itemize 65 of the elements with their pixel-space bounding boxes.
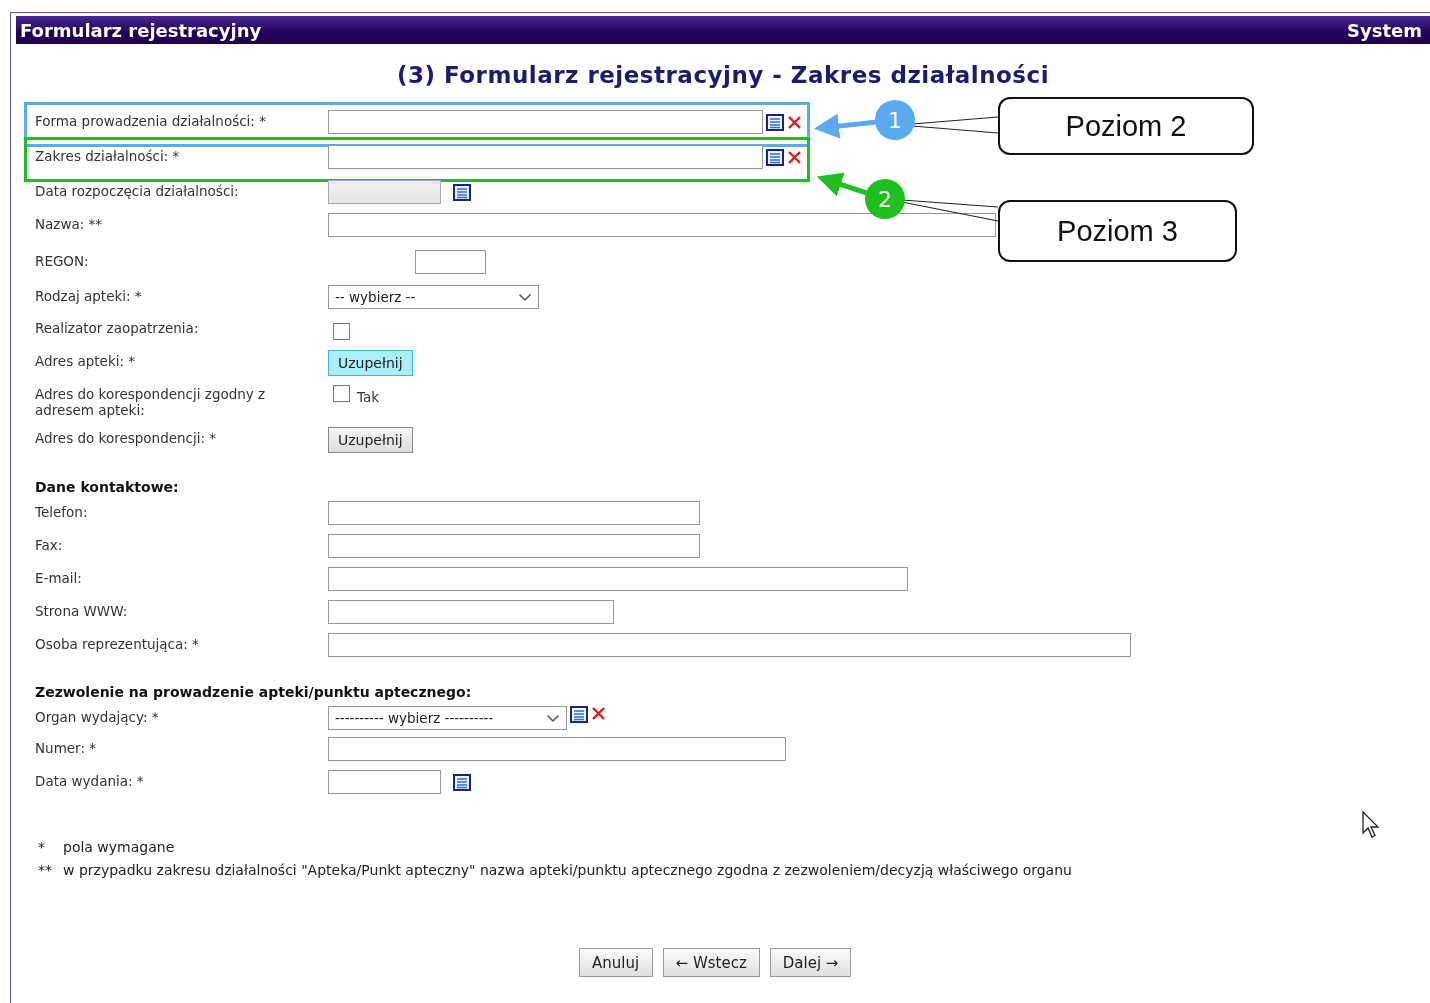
section-title: Zezwolenie na prowadzenie apteki/punktu aptecznego: — [35, 684, 473, 700]
clear-icon[interactable] — [787, 114, 802, 130]
input-field[interactable] — [328, 145, 763, 169]
field-label: Numer: * — [35, 739, 97, 756]
field-label: Nazwa: ** — [35, 215, 104, 232]
number-badge: 1 — [875, 100, 915, 140]
callout-label: Poziom 2 — [998, 97, 1254, 155]
input-field[interactable] — [328, 501, 700, 525]
form-heading: (3) Formularz rejestracyjny - Zakres działalności — [395, 62, 1051, 88]
chevron-down-icon — [518, 292, 532, 302]
input-field[interactable] — [415, 250, 486, 274]
nav-button[interactable]: Anuluj — [578, 948, 653, 977]
list-icon[interactable] — [766, 148, 784, 166]
fill-in-button[interactable]: Uzupełnij — [328, 350, 413, 376]
window-title: Formularz rejestracyjny — [20, 19, 262, 41]
field-label: Strona WWW: — [35, 602, 129, 619]
list-icon[interactable] — [570, 706, 588, 723]
input-field[interactable] — [328, 633, 1131, 657]
section-title: Dane kontaktowe: — [35, 479, 180, 495]
cursor-icon — [1362, 811, 1382, 839]
field-label: Zakres działalności: * — [35, 147, 181, 164]
arrow — [814, 113, 878, 139]
field-label: Adres apteki: * — [35, 352, 137, 369]
nav-button[interactable]: Dalej → — [769, 948, 852, 977]
field-label: Data rozpoczęcia działalności: — [35, 182, 240, 199]
arrow — [816, 172, 869, 197]
system-label: System — [1347, 19, 1422, 41]
dropdown[interactable]: -- wybierz -- — [328, 285, 539, 309]
field-label: E-mail: — [35, 569, 83, 586]
list-icon[interactable] — [453, 773, 471, 791]
footnote-text: pola wymagane — [63, 839, 175, 855]
field-label: REGON: — [35, 252, 90, 269]
nav-button[interactable]: ← Wstecz — [662, 948, 760, 977]
field-label: Rodzaj apteki: * — [35, 287, 143, 304]
checkbox[interactable] — [333, 385, 350, 402]
date-field[interactable] — [328, 770, 441, 794]
checkbox-label: Tak — [357, 389, 380, 405]
footnote-mark: * — [38, 839, 46, 855]
checkbox[interactable] — [333, 323, 350, 340]
input-field[interactable] — [328, 600, 614, 624]
input-field[interactable] — [328, 213, 996, 237]
chevron-down-icon — [546, 713, 560, 723]
input-field[interactable] — [328, 110, 763, 134]
list-icon[interactable] — [453, 183, 471, 201]
dropdown[interactable]: ---------- wybierz ---------- — [328, 706, 567, 730]
field-label: Fax: — [35, 536, 64, 553]
field-label: Organ wydający: * — [35, 708, 160, 725]
footnote-text: w przypadku zakresu działalności "Apteka/Punkt apteczny" nazwa apteki/punktu aptecznego zgodna z zezwoleniem/decyzją właściwego organu — [63, 862, 1072, 878]
callout-label: Poziom 3 — [998, 200, 1237, 262]
fill-in-button[interactable]: Uzupełnij — [328, 427, 413, 453]
field-label: Forma prowadzenia działalności: * — [35, 112, 267, 129]
footnote-mark: ** — [38, 862, 53, 878]
field-label: Osoba reprezentująca: * — [35, 635, 200, 652]
field-label: Data wydania: * — [35, 772, 145, 789]
list-icon[interactable] — [766, 113, 784, 131]
input-field[interactable] — [328, 567, 908, 591]
clear-icon[interactable] — [591, 706, 606, 721]
field-label: Telefon: — [35, 503, 89, 520]
field-label: Adres do korespondencji: * — [35, 429, 218, 446]
input-field[interactable] — [328, 737, 786, 761]
field-label: Adres do korespondencji zgodny z adresem apteki: — [35, 385, 267, 418]
input-field[interactable] — [328, 534, 700, 558]
number-badge: 2 — [865, 179, 905, 219]
field-label: Realizator zaopatrzenia: — [35, 319, 200, 336]
clear-icon[interactable] — [787, 149, 802, 165]
